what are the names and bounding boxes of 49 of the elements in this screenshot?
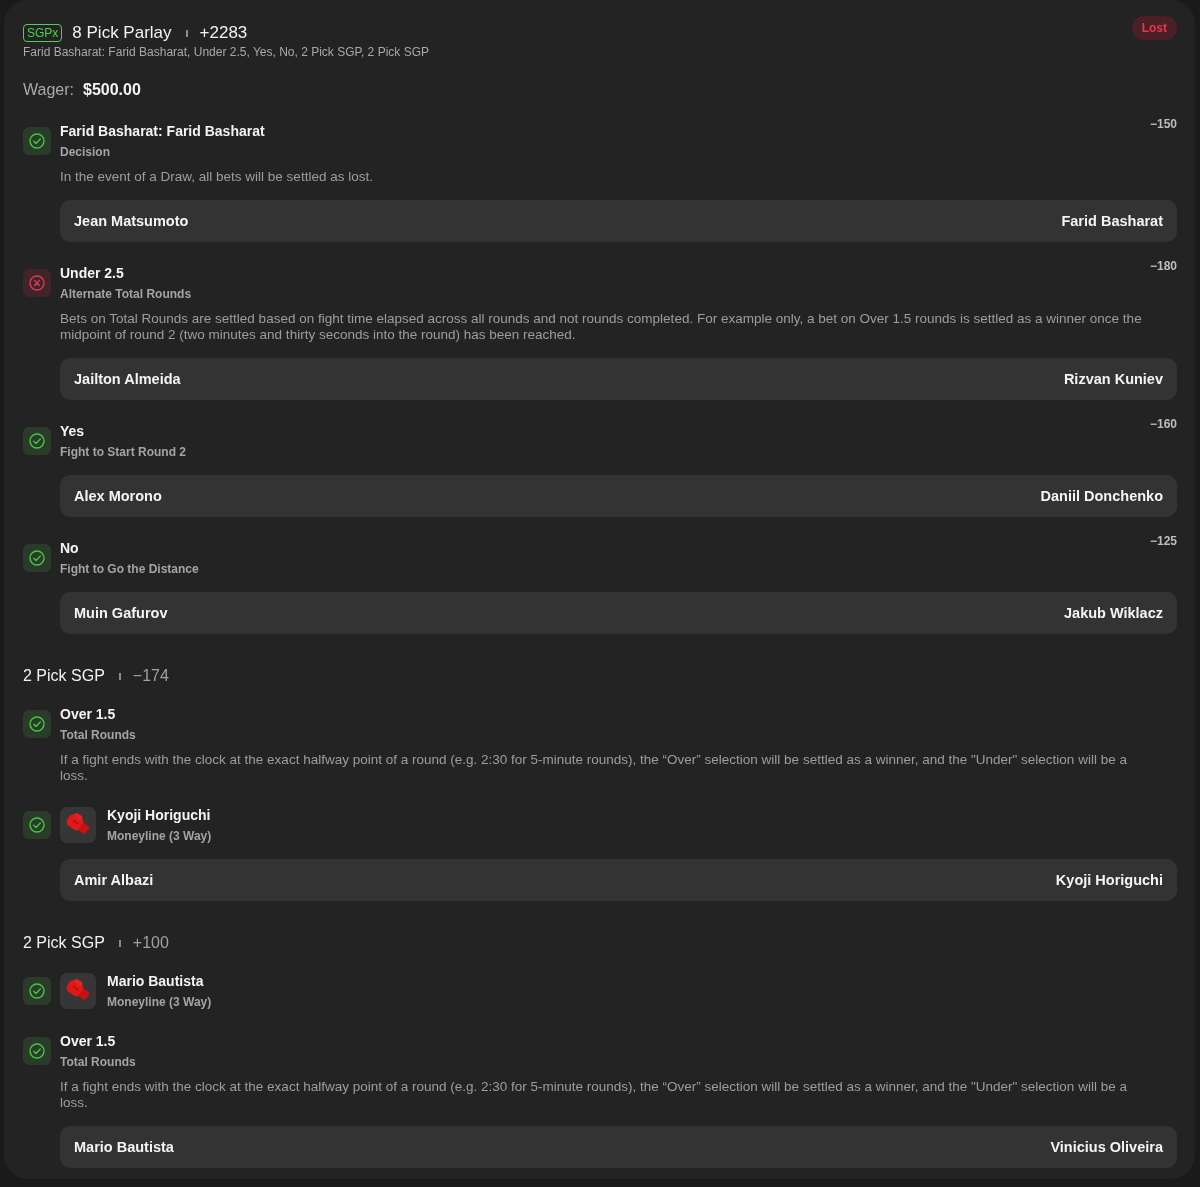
fighter-name: Mario Bautista xyxy=(74,1139,174,1155)
sgpx-badge: SGPx xyxy=(23,24,63,42)
section-odds: −174 xyxy=(132,666,169,686)
selection-odds: −150 xyxy=(1149,117,1177,131)
market-name: Decision xyxy=(60,144,111,160)
boxing-glove-icon xyxy=(60,973,96,1009)
selection-odds: −180 xyxy=(1149,259,1177,273)
selection-title: Yes xyxy=(60,422,86,440)
fighter-name: Farid Basharat xyxy=(1061,213,1163,229)
rule-note: If a fight ends with the clock at the exact halfway point of a round (e.g. 2:30 for 5-minute rounds), the “Over” selection will be settled as a winner, and the "Under" selection will be a loss. xyxy=(60,1079,1128,1111)
selection-odds: −125 xyxy=(1149,534,1177,548)
fighter-name: Rizvan Kuniev xyxy=(1063,371,1163,387)
boxing-glove-icon xyxy=(60,807,96,843)
fighter-name: Kyoji Horiguchi xyxy=(1055,872,1163,888)
rule-note: If a fight ends with the clock at the exact halfway point of a round (e.g. 2:30 for 5-minute rounds), the “Over” selection will be settled as a winner, and the "Under" selection will be a loss. xyxy=(60,752,1128,784)
market-name: Total Rounds xyxy=(60,727,137,743)
market-name: Total Rounds xyxy=(60,1054,137,1070)
fighter-name: Alex Morono xyxy=(74,488,162,504)
selection-title: Mario Bautista xyxy=(107,972,205,990)
market-name: Moneyline (3 Way) xyxy=(107,828,213,844)
selection-title: Over 1.5 xyxy=(60,1032,117,1050)
fighter-name: Daniil Donchenko xyxy=(1040,488,1163,504)
wager-label: Wager: xyxy=(23,80,74,100)
section-odds: +100 xyxy=(132,933,169,953)
wager-amount: $500.00 xyxy=(83,80,141,100)
selection-title: Farid Basharat: Farid Basharat xyxy=(60,122,266,140)
selection-title: Over 1.5 xyxy=(60,705,117,723)
parlay-title: 8 Pick Parlay xyxy=(72,23,172,43)
rule-note: Bets on Total Rounds are settled based on fight time elapsed across all rounds and not rounds completed. For example only, a bet on Over 1.5 rounds is settled as a winner once the midpoint of round 2 (two minutes and thirty seconds into the round) has been reached. xyxy=(60,311,1143,343)
fighter-name: Jean Matsumoto xyxy=(74,213,189,229)
parlay-odds: +2283 xyxy=(199,23,248,43)
rule-note: In the event of a Draw, all bets will be settled as lost. xyxy=(60,169,374,185)
fighter-name: Muin Gafurov xyxy=(74,605,168,621)
fighter-name: Amir Albazi xyxy=(74,872,154,888)
section-title: 2 Pick SGP xyxy=(23,933,105,953)
market-name: Fight to Go the Distance xyxy=(60,561,200,577)
section-title: 2 Pick SGP xyxy=(23,666,105,686)
selection-title: No xyxy=(60,539,80,557)
fighter-name: Vinicius Oliveira xyxy=(1050,1139,1163,1155)
fighter-name: Jailton Almeida xyxy=(74,371,181,387)
legs-summary: Farid Basharat: Farid Basharat, Under 2.5, Yes, No, 2 Pick SGP, 2 Pick SGP xyxy=(23,44,429,60)
selection-odds: −160 xyxy=(1149,417,1177,431)
fighter-name: Jakub Wiklacz xyxy=(1064,605,1163,621)
market-name: Alternate Total Rounds xyxy=(60,286,193,302)
selection-title: Kyoji Horiguchi xyxy=(107,806,212,824)
selection-title: Under 2.5 xyxy=(60,264,125,282)
status-badge: Lost xyxy=(1131,16,1177,40)
market-name: Moneyline (3 Way) xyxy=(107,994,213,1010)
market-name: Fight to Start Round 2 xyxy=(60,444,187,460)
